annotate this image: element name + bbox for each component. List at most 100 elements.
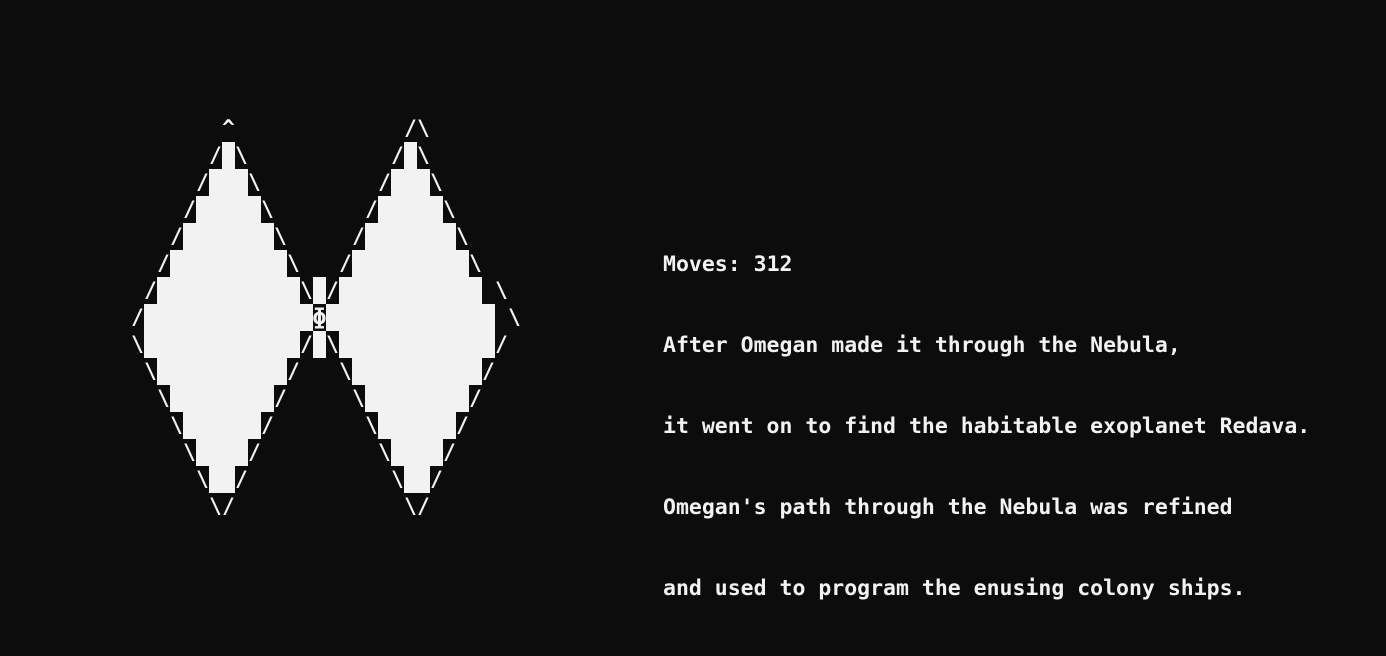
nebula-edge: \ bbox=[469, 251, 482, 275]
nebula-block bbox=[391, 277, 404, 304]
nebula-block bbox=[235, 223, 248, 250]
nebula-edge: \ bbox=[378, 440, 391, 464]
nebula-block bbox=[261, 277, 274, 304]
nebula-block bbox=[443, 412, 456, 439]
nebula-block bbox=[391, 439, 404, 466]
message-line-3: Omegan's path through the Nebula was ref… bbox=[663, 495, 1233, 520]
nebula-block bbox=[430, 358, 443, 385]
nebula-block bbox=[157, 358, 170, 385]
nebula-block bbox=[222, 304, 235, 331]
nebula-edge: / bbox=[326, 278, 339, 302]
nebula-block bbox=[235, 196, 248, 223]
nebula-block bbox=[274, 250, 287, 277]
nebula-block bbox=[365, 304, 378, 331]
nebula-block bbox=[209, 439, 222, 466]
nebula-edge: / bbox=[183, 197, 196, 221]
nebula-block bbox=[443, 304, 456, 331]
nebula-edge: \ bbox=[261, 197, 274, 221]
nebula-block bbox=[235, 358, 248, 385]
nebula-block bbox=[417, 385, 430, 412]
nebula-block bbox=[274, 358, 287, 385]
nebula-block bbox=[157, 304, 170, 331]
nebula-edge: \ bbox=[274, 224, 287, 248]
nebula-edge: \ bbox=[170, 413, 183, 437]
nebula-block bbox=[300, 304, 313, 331]
nebula-block bbox=[365, 331, 378, 358]
nebula-block bbox=[417, 223, 430, 250]
nebula-block bbox=[248, 277, 261, 304]
nebula-edge: / bbox=[495, 332, 508, 356]
status-panel: Moves: 312 After Omegan made it through … bbox=[663, 197, 1310, 656]
nebula-edge: \ bbox=[417, 116, 430, 140]
nebula-block bbox=[248, 358, 261, 385]
nebula-block bbox=[404, 412, 417, 439]
nebula-block bbox=[287, 304, 300, 331]
nebula-edge: \ bbox=[339, 359, 352, 383]
nebula-block bbox=[274, 277, 287, 304]
nebula-block bbox=[261, 385, 274, 412]
nebula-edge: / bbox=[222, 494, 235, 518]
nebula-edge: \ bbox=[209, 494, 222, 518]
nebula-block bbox=[378, 250, 391, 277]
nebula-block bbox=[144, 304, 157, 331]
nebula-block bbox=[404, 331, 417, 358]
nebula-block bbox=[261, 304, 274, 331]
nebula-edge: / bbox=[482, 359, 495, 383]
nebula-block bbox=[209, 169, 222, 196]
nebula-block bbox=[391, 385, 404, 412]
nebula-block bbox=[222, 196, 235, 223]
nebula-block bbox=[157, 331, 170, 358]
nebula-edge: \ bbox=[144, 359, 157, 383]
nebula-block bbox=[417, 304, 430, 331]
nebula-block bbox=[404, 196, 417, 223]
moves-count: 312 bbox=[753, 252, 793, 277]
nebula-block bbox=[391, 196, 404, 223]
nebula-edge: \ bbox=[183, 440, 196, 464]
nebula-block bbox=[248, 331, 261, 358]
nebula-block bbox=[170, 331, 183, 358]
nebula-block bbox=[196, 412, 209, 439]
nebula-block bbox=[235, 250, 248, 277]
nebula-edge: \ bbox=[508, 305, 521, 329]
nebula-block bbox=[196, 250, 209, 277]
nebula-block bbox=[248, 412, 261, 439]
nebula-edge: / bbox=[157, 251, 170, 275]
nebula-edge: / bbox=[235, 467, 248, 491]
nebula-block bbox=[157, 277, 170, 304]
nebula-edge: \ bbox=[352, 386, 365, 410]
nebula-block bbox=[391, 223, 404, 250]
nebula-block bbox=[326, 304, 339, 331]
nebula-block bbox=[430, 196, 443, 223]
ship-marker: ɸ bbox=[313, 305, 326, 329]
nebula-block bbox=[352, 358, 365, 385]
nebula-block bbox=[222, 412, 235, 439]
nebula-block bbox=[430, 277, 443, 304]
nebula-block bbox=[209, 385, 222, 412]
nebula-block bbox=[222, 466, 235, 493]
nebula-block bbox=[443, 277, 456, 304]
nebula-block bbox=[417, 169, 430, 196]
nebula-edge: \ bbox=[404, 494, 417, 518]
nebula-block bbox=[365, 277, 378, 304]
nebula-block bbox=[365, 223, 378, 250]
nebula-block bbox=[196, 196, 209, 223]
nebula-edge: \ bbox=[417, 143, 430, 167]
nebula-block bbox=[404, 358, 417, 385]
nebula-map: ^ / \ / \ / \ / \ / \ / \ / \ / \ / \ / \ / \ / \ / \ / ɸ \ \ / \ / \ / \ / \ /… bbox=[0, 0, 560, 537]
nebula-block bbox=[222, 358, 235, 385]
nebula-block bbox=[209, 331, 222, 358]
nebula-block bbox=[378, 223, 391, 250]
nebula-block bbox=[378, 358, 391, 385]
nebula-edge: \ bbox=[430, 170, 443, 194]
nebula-block bbox=[196, 277, 209, 304]
nebula-block bbox=[261, 250, 274, 277]
nebula-edge: \ bbox=[326, 332, 339, 356]
nebula-block bbox=[391, 304, 404, 331]
nebula-edge: / bbox=[287, 359, 300, 383]
nebula-block bbox=[469, 304, 482, 331]
nebula-block bbox=[339, 331, 352, 358]
nebula-block bbox=[443, 358, 456, 385]
nebula-block bbox=[248, 385, 261, 412]
nebula-block bbox=[404, 466, 417, 493]
nebula-block bbox=[404, 142, 417, 169]
